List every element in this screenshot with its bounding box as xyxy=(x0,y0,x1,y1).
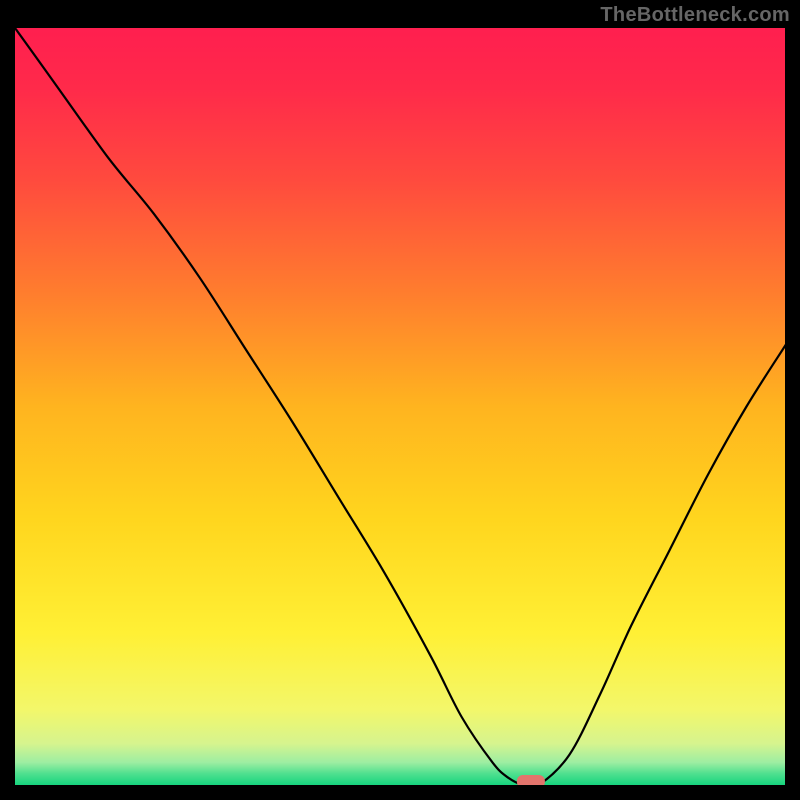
gradient-background xyxy=(15,28,785,785)
watermark-text: TheBottleneck.com xyxy=(600,4,790,27)
bottleneck-chart xyxy=(15,28,785,785)
optimum-marker xyxy=(517,775,545,785)
chart-frame: TheBottleneck.com xyxy=(0,0,800,800)
plot-area xyxy=(15,28,785,785)
